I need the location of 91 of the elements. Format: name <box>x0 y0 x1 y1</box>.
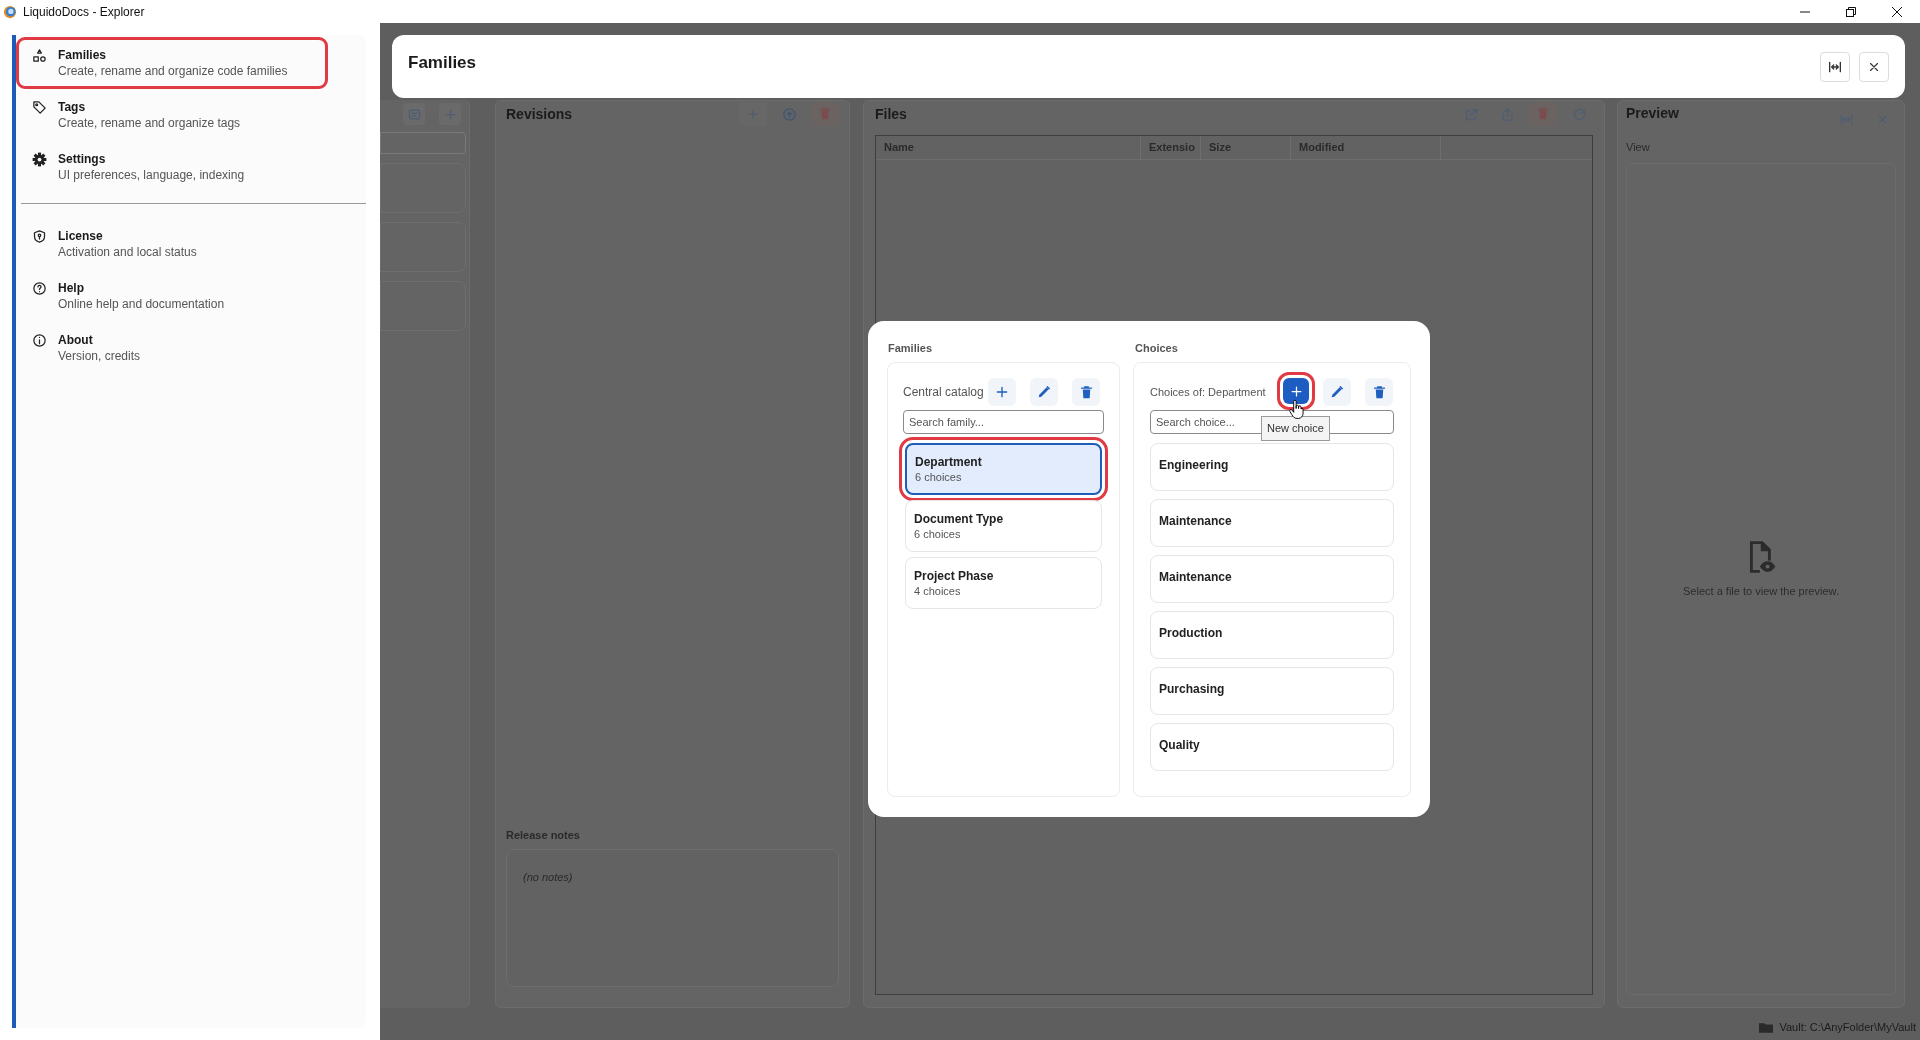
external-link-icon <box>1463 106 1479 122</box>
column-heading: Families <box>888 341 934 356</box>
shapes-icon <box>32 48 47 63</box>
choices-label: Choices of: Department <box>1150 384 1267 400</box>
vault-path: Vault: C:\AnyFolder\MyVault <box>1779 1019 1916 1035</box>
nav-title: Families <box>58 47 108 63</box>
fit-width-button[interactable] <box>1820 52 1850 82</box>
tag-icon <box>32 100 47 115</box>
plus-icon <box>1288 383 1304 399</box>
nav-description: Activation and local status <box>58 244 197 260</box>
pencil-icon <box>1329 384 1345 400</box>
list-card[interactable] <box>380 163 466 213</box>
add-family-button[interactable] <box>988 378 1016 406</box>
choice-name: Maintenance <box>1159 514 1232 528</box>
delete-choice-button[interactable] <box>1365 378 1393 406</box>
choice-name: Quality <box>1159 738 1200 752</box>
nav-description: Version, credits <box>58 348 141 364</box>
nav-description: Online help and documentation <box>58 296 225 312</box>
pencil-icon <box>1036 384 1052 400</box>
choice-item[interactable]: Maintenance <box>1150 555 1394 603</box>
upload-icon <box>781 106 797 122</box>
refresh-icon <box>1571 106 1587 122</box>
choice-name: Engineering <box>1159 458 1229 472</box>
nav-description: UI preferences, language, indexing <box>58 167 245 183</box>
nav-title: License <box>58 228 104 244</box>
plus-icon <box>994 384 1010 400</box>
choice-item[interactable]: Quality <box>1150 723 1394 771</box>
add-button[interactable] <box>439 103 461 125</box>
fit-width-icon <box>1827 59 1843 75</box>
edit-choice-button[interactable] <box>1323 378 1351 406</box>
notes-button[interactable] <box>403 103 425 125</box>
choice-item[interactable]: Purchasing <box>1150 667 1394 715</box>
choice-item[interactable]: Production <box>1150 611 1394 659</box>
sidebar-item[interactable]: Tags Create, rename and organize tags <box>19 92 325 138</box>
nav-description: Create, rename and organize code families <box>58 63 288 79</box>
settings-icon <box>32 152 47 167</box>
nav-description: Create, rename and organize tags <box>58 115 241 131</box>
hand-cursor-icon <box>1289 399 1304 420</box>
sidebar-item[interactable]: Families Create, rename and organize code families <box>19 40 325 86</box>
shield-icon <box>32 229 47 244</box>
family-name: Department <box>915 453 983 470</box>
panel-title: Files <box>875 104 907 124</box>
trash-icon <box>1371 384 1387 400</box>
family-name: Project Phase <box>914 567 995 584</box>
catalog-label: Central catalog <box>903 384 985 401</box>
choice-name: Maintenance <box>1159 570 1232 584</box>
sidebar-item[interactable]: License Activation and local status <box>19 221 325 267</box>
family-name: Document Type <box>914 510 1005 527</box>
panel-title: Revisions <box>506 104 573 124</box>
edit-family-button[interactable] <box>1030 378 1058 406</box>
window-title: LiquidoDocs - Explorer <box>23 3 145 21</box>
search-field[interactable]: Search family... <box>903 410 1104 434</box>
delete-family-button[interactable] <box>1072 378 1100 406</box>
family-item[interactable]: Project Phase 4 choices <box>905 557 1102 609</box>
nav-title: Settings <box>58 151 107 167</box>
sidebar-item[interactable]: About Version, credits <box>19 325 325 371</box>
folder-icon <box>1759 1021 1774 1033</box>
restore-icon <box>1846 6 1856 17</box>
choice-count: 6 choices <box>914 526 962 542</box>
choice-name: Production <box>1159 626 1223 640</box>
sidebar-item[interactable]: Help Online help and documentation <box>19 273 325 319</box>
header-title: Families <box>408 52 477 74</box>
nav-title: Help <box>58 280 85 296</box>
section-label: Release notes <box>506 827 581 843</box>
choice-name: Purchasing <box>1159 682 1225 696</box>
family-item[interactable]: Document Type 6 choices <box>905 500 1102 552</box>
trash-icon <box>1078 384 1094 400</box>
info-icon <box>32 333 47 348</box>
nav-title: About <box>58 332 94 348</box>
tooltip: New choice <box>1261 416 1330 441</box>
app-logo-icon <box>3 4 17 19</box>
close-icon <box>1892 6 1902 17</box>
sidebar-item[interactable]: Settings UI preferences, language, indexing <box>19 144 325 190</box>
delete-file-button[interactable] <box>1529 102 1557 126</box>
choice-item[interactable]: Engineering <box>1150 443 1394 491</box>
search-field[interactable] <box>380 132 466 154</box>
notes-icon <box>406 106 422 122</box>
column-heading: Choices <box>1135 341 1179 356</box>
close-icon <box>1867 60 1881 74</box>
choice-count: 6 choices <box>915 469 963 485</box>
plus-icon <box>442 106 458 122</box>
delete-revision-button[interactable] <box>811 102 839 126</box>
list-card[interactable] <box>380 281 466 331</box>
list-card[interactable] <box>380 222 466 272</box>
view-label: View <box>1626 140 1651 155</box>
panel-title: Preview <box>1626 103 1679 123</box>
help-icon <box>32 281 47 296</box>
choice-item[interactable]: Maintenance <box>1150 499 1394 547</box>
nav-title: Tags <box>58 99 87 115</box>
choice-count: 4 choices <box>914 583 962 599</box>
close-button[interactable] <box>1859 52 1889 82</box>
